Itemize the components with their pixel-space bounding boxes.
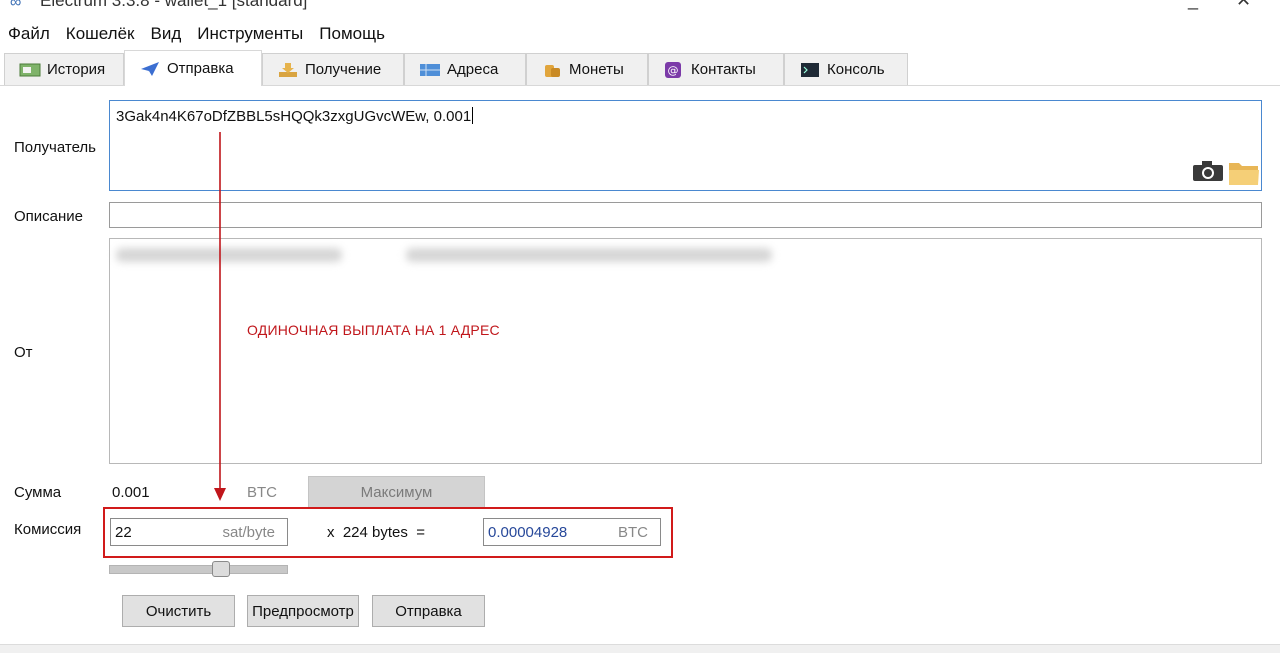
tab-label: Консоль bbox=[827, 61, 885, 78]
addresses-icon bbox=[419, 62, 441, 78]
amount-unit: BTC bbox=[247, 484, 277, 501]
title-bar: ∞ Electrum 3.3.8 - wallet_1 [standard] _… bbox=[0, 0, 1280, 14]
coins-icon bbox=[541, 62, 563, 78]
tab-label: Отправка bbox=[167, 60, 234, 77]
fee-label: Комиссия bbox=[14, 521, 82, 538]
window-title: Electrum 3.3.8 - wallet_1 [standard] bbox=[40, 0, 308, 10]
send-button[interactable]: Отправка bbox=[372, 595, 485, 627]
minimize-icon[interactable]: _ bbox=[1188, 0, 1198, 11]
max-button[interactable]: Максимум bbox=[308, 476, 485, 508]
contacts-icon: @ bbox=[663, 61, 685, 78]
tab-label: Получение bbox=[305, 61, 382, 78]
svg-text:@: @ bbox=[668, 64, 679, 77]
tab-receive[interactable]: Получение bbox=[262, 53, 404, 85]
tab-addresses[interactable]: Адреса bbox=[404, 53, 526, 85]
fee-rate-value: 22 bbox=[115, 524, 132, 541]
tab-contacts[interactable]: @ Контакты bbox=[648, 53, 784, 85]
menu-help[interactable]: Помощь bbox=[311, 20, 393, 48]
fee-multiplier: x 224 bytes = bbox=[327, 524, 425, 541]
console-icon bbox=[799, 62, 821, 78]
annotation-text: ОДИНОЧНАЯ ВЫПЛАТА НА 1 АДРЕС bbox=[247, 322, 500, 338]
menu-wallet[interactable]: Кошелёк bbox=[58, 20, 143, 48]
from-list[interactable] bbox=[109, 238, 1262, 464]
preview-button[interactable]: Предпросмотр bbox=[247, 595, 359, 627]
receive-icon bbox=[277, 62, 299, 78]
send-icon bbox=[139, 61, 161, 77]
amount-value[interactable]: 0.001 bbox=[112, 484, 150, 501]
redacted-amount bbox=[406, 248, 772, 262]
redacted-address bbox=[116, 248, 342, 262]
tab-bar: История Отправка Получение Адреса Монеты… bbox=[0, 50, 1280, 86]
tab-coins[interactable]: Монеты bbox=[526, 53, 648, 85]
fee-slider[interactable] bbox=[109, 561, 288, 577]
fee-slider-track bbox=[109, 565, 288, 574]
from-label: От bbox=[14, 344, 33, 361]
menu-file[interactable]: Файл bbox=[0, 20, 58, 48]
amount-label: Сумма bbox=[14, 484, 62, 501]
menu-tools[interactable]: Инструменты bbox=[189, 20, 311, 48]
history-icon bbox=[19, 62, 41, 78]
close-icon[interactable]: ✕ bbox=[1236, 0, 1251, 11]
tab-label: Контакты bbox=[691, 61, 756, 78]
tab-console[interactable]: Консоль bbox=[784, 53, 908, 85]
recipient-value: 3Gak4n4K67oDfZBBL5sHQQk3zxgUGvcWEw, 0.00… bbox=[116, 107, 474, 125]
recipient-input[interactable]: 3Gak4n4K67oDfZBBL5sHQQk3zxgUGvcWEw, 0.00… bbox=[109, 100, 1262, 191]
tab-label: История bbox=[47, 61, 106, 78]
tab-send[interactable]: Отправка bbox=[124, 50, 262, 86]
fee-slider-handle[interactable] bbox=[212, 561, 230, 577]
folder-icon[interactable] bbox=[1228, 158, 1260, 191]
fee-total-value: 0.00004928 bbox=[488, 524, 568, 541]
fee-total-input[interactable]: 0.00004928 BTC bbox=[483, 518, 661, 546]
tab-label: Адреса bbox=[447, 61, 499, 78]
electrum-logo-icon: ∞ bbox=[10, 0, 22, 11]
menu-bar: Файл Кошелёк Вид Инструменты Помощь bbox=[0, 20, 393, 48]
camera-icon[interactable] bbox=[1192, 160, 1224, 187]
tab-label: Монеты bbox=[569, 61, 624, 78]
fee-rate-unit: sat/byte bbox=[222, 524, 275, 541]
tab-history[interactable]: История bbox=[4, 53, 124, 85]
description-input[interactable] bbox=[109, 202, 1262, 228]
menu-view[interactable]: Вид bbox=[143, 20, 190, 48]
fee-total-unit: BTC bbox=[618, 524, 648, 541]
clear-button[interactable]: Очистить bbox=[122, 595, 235, 627]
recipient-label: Получатель bbox=[14, 139, 96, 156]
description-label: Описание bbox=[14, 208, 84, 225]
fee-rate-input[interactable]: 22 sat/byte bbox=[110, 518, 288, 546]
